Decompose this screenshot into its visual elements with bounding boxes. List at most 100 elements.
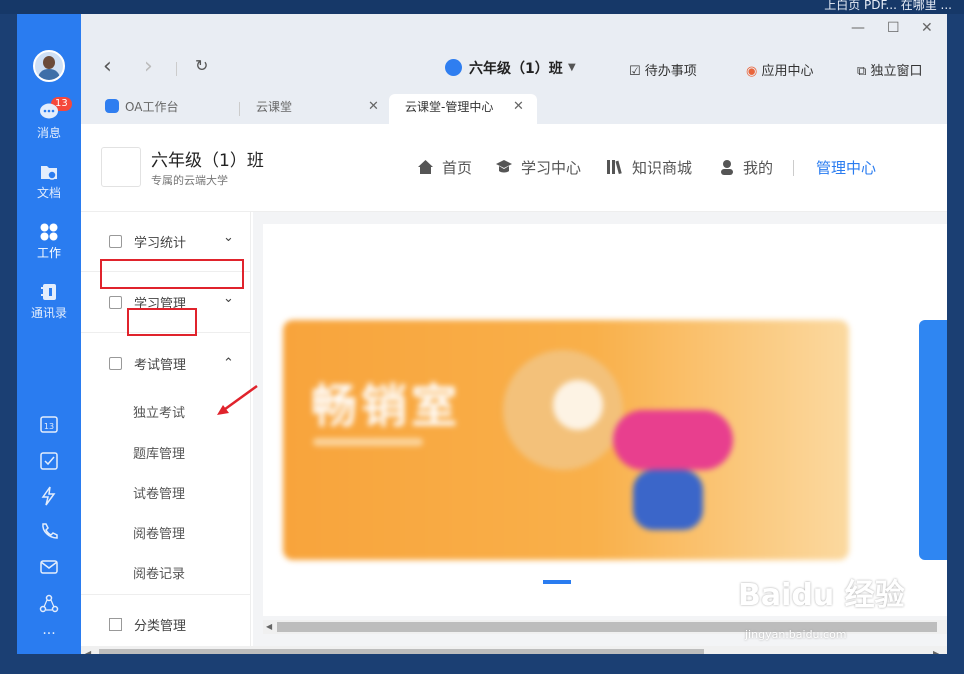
todo-label: 待办事项 xyxy=(644,64,697,79)
tab-cloud-classroom[interactable]: 云课堂 ✕ xyxy=(256,94,386,124)
user-icon xyxy=(721,160,733,175)
nav-mall-label: 知识商城 xyxy=(632,159,693,177)
sub-item-grading-records[interactable]: 阅卷记录 xyxy=(133,563,185,582)
rail-label-docs: 文档 xyxy=(36,186,61,200)
banner-text: 畅销室 xyxy=(311,379,461,433)
refresh-button[interactable]: ↻ xyxy=(195,56,208,75)
tab-oa-workbench[interactable]: OA工作台 xyxy=(105,94,241,124)
rail-item-docs[interactable]: 文档 xyxy=(17,162,81,201)
minimize-button[interactable]: — xyxy=(851,20,865,36)
standalone-exam-highlight xyxy=(127,308,197,336)
forward-button[interactable]: › xyxy=(144,54,153,79)
sidebar-label: 分类管理 xyxy=(134,619,187,634)
scroll-left-icon[interactable]: ◀ xyxy=(266,622,272,631)
mail-icon[interactable] xyxy=(39,557,59,577)
window-chrome: — ☐ ✕ ‹ › ↻ 六年级（1）班 ▼ ☑ 待办事项 ◉ 应用中心 ⧉ 独立… xyxy=(81,14,947,124)
sidebar-label: 学习统计 xyxy=(134,236,187,251)
sub-item-paper-management[interactable]: 试卷管理 xyxy=(133,483,185,502)
site-logo xyxy=(101,147,141,187)
desktop-taskbar: 上白页 PDF... 在哪里 ... xyxy=(0,0,964,14)
outer-horizontal-scrollbar[interactable]: ◀ ▶ xyxy=(81,646,947,654)
rail-label-work: 工作 xyxy=(36,246,61,260)
contacts-icon xyxy=(39,282,59,302)
chevron-up-icon: ⌃ xyxy=(223,356,234,371)
tab-divider xyxy=(239,102,240,116)
standalone-window-icon: ⧉ xyxy=(857,64,867,79)
sidebar-label: 考试管理 xyxy=(134,358,187,373)
task-check-icon[interactable] xyxy=(39,451,59,471)
desktop-top-text: 上白页 PDF... 在哪里 ... xyxy=(824,0,952,12)
rail-label-messages: 消息 xyxy=(36,126,61,140)
tab-admin-center[interactable]: 云课堂-管理中心 ✕ xyxy=(389,94,537,124)
oa-icon xyxy=(105,99,119,113)
standalone-window-label: 独立窗口 xyxy=(870,64,923,79)
stats-icon xyxy=(109,235,122,248)
app-center-icon: ◉ xyxy=(746,64,758,79)
exam-management-highlight xyxy=(100,259,244,289)
annotation-arrow-icon xyxy=(217,384,258,415)
lightning-icon[interactable] xyxy=(39,486,59,506)
nav-home[interactable]: 首页 xyxy=(417,157,472,178)
left-rail: 13 消息 文档 工作 通讯录 13 ··· xyxy=(17,14,81,654)
rail-item-messages[interactable]: 消息 xyxy=(17,102,81,141)
site-header: 六年级（1）班 专属的云端大学 首页 学习中心 知识商城 我的 管理中心 xyxy=(81,124,947,212)
tab-admin-label: 云课堂-管理中心 xyxy=(405,100,494,114)
side-float-tab[interactable] xyxy=(919,320,947,560)
todo-icon: ☑ xyxy=(629,64,641,79)
share-network-icon[interactable] xyxy=(39,594,59,614)
maximize-button[interactable]: ☐ xyxy=(887,20,900,36)
books-icon xyxy=(607,160,622,175)
tab-close-icon[interactable]: ✕ xyxy=(368,94,379,120)
nav-separator xyxy=(793,160,794,176)
carousel-indicator[interactable] xyxy=(543,580,571,584)
chevron-down-icon: ⌄ xyxy=(223,230,234,245)
nav-mine-label: 我的 xyxy=(743,159,774,177)
tab-cloud-label: 云课堂 xyxy=(256,100,293,114)
todo-button[interactable]: ☑ 待办事项 xyxy=(629,60,697,79)
apps-icon xyxy=(39,222,59,242)
sub-item-question-bank[interactable]: 题库管理 xyxy=(133,443,185,462)
close-window-button[interactable]: ✕ xyxy=(921,20,933,36)
nav-admin-center[interactable]: 管理中心 xyxy=(816,157,876,178)
scroll-right-icon[interactable]: ▶ xyxy=(933,649,939,654)
site-subtitle: 专属的云端大学 xyxy=(151,174,228,187)
sub-item-standalone-exam[interactable]: 独立考试 xyxy=(133,402,185,421)
scrollbar-thumb[interactable] xyxy=(99,649,704,654)
sub-item-grading-management[interactable]: 阅卷管理 xyxy=(133,523,185,542)
nav-knowledge-mall[interactable]: 知识商城 xyxy=(606,157,692,178)
class-icon xyxy=(445,59,462,76)
scroll-left-icon[interactable]: ◀ xyxy=(85,649,91,654)
app-window: 13 消息 文档 工作 通讯录 13 ··· — ☐ ✕ ‹ › ↻ 六年级（1… xyxy=(17,14,947,654)
folder-icon xyxy=(39,162,59,182)
phone-icon[interactable] xyxy=(39,521,59,541)
home-icon xyxy=(418,160,433,174)
calendar-icon[interactable]: 13 xyxy=(39,414,59,434)
message-icon xyxy=(39,102,59,122)
more-icon[interactable]: ··· xyxy=(39,626,59,646)
avatar[interactable] xyxy=(33,50,65,82)
tab-oa-label: OA工作台 xyxy=(125,100,179,114)
rail-item-work[interactable]: 工作 xyxy=(17,222,81,261)
baidu-watermark: Baidu 经验 xyxy=(738,578,905,613)
nav-mine[interactable]: 我的 xyxy=(719,157,773,178)
nav-learning-label: 学习中心 xyxy=(521,159,582,177)
site-title: 六年级（1）班 xyxy=(151,151,264,171)
rail-item-contacts[interactable]: 通讯录 xyxy=(17,282,81,321)
standalone-window-button[interactable]: ⧉ 独立窗口 xyxy=(857,60,922,79)
calendar-grid-icon xyxy=(109,357,122,370)
app-center-button[interactable]: ◉ 应用中心 xyxy=(746,60,814,79)
chevron-down-icon: ⌄ xyxy=(223,291,234,306)
class-selector[interactable]: 六年级（1）班 xyxy=(469,58,563,78)
class-dropdown-icon[interactable]: ▼ xyxy=(568,62,576,73)
app-center-label: 应用中心 xyxy=(761,64,814,79)
rail-label-contacts: 通讯录 xyxy=(30,306,67,320)
promo-banner[interactable]: 畅销室 xyxy=(283,320,849,560)
tab-bar: OA工作台 云课堂 ✕ 云课堂-管理中心 ✕ xyxy=(81,94,947,124)
book-icon xyxy=(109,296,122,309)
calendar-day: 13 xyxy=(44,422,54,431)
tab-close-icon[interactable]: ✕ xyxy=(513,94,524,120)
nav-home-label: 首页 xyxy=(442,159,473,177)
back-button[interactable]: ‹ xyxy=(103,54,112,79)
grid-icon xyxy=(109,618,122,631)
nav-learning-center[interactable]: 学习中心 xyxy=(495,157,581,178)
